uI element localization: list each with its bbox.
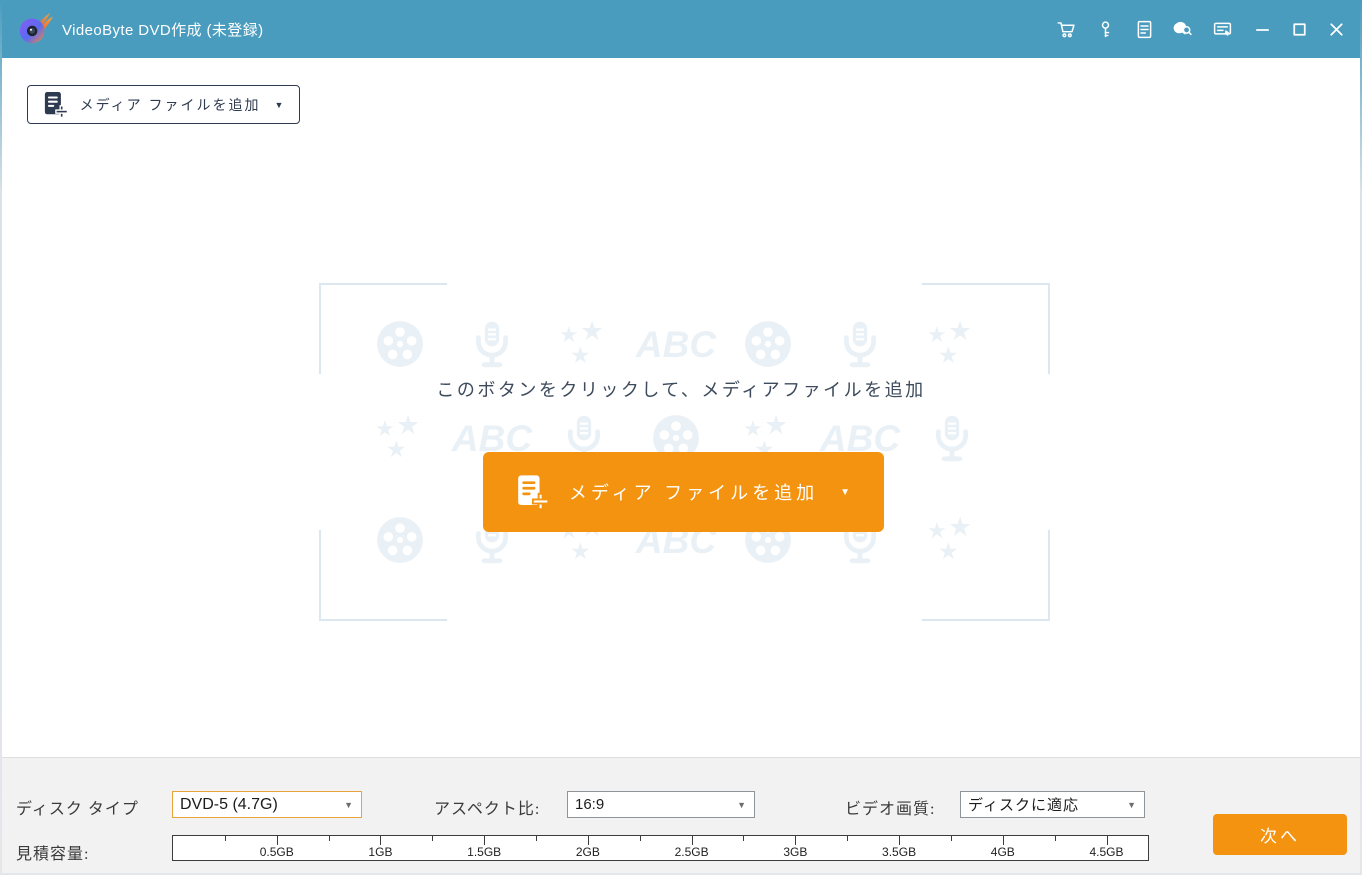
- ruler-label: 4GB: [990, 845, 1015, 859]
- ruler-tick: [1054, 836, 1056, 841]
- ruler-tick: [587, 836, 589, 845]
- microphone-watermark-icon: [830, 316, 890, 372]
- add-media-label: メディア ファイルを追加: [79, 96, 261, 113]
- ruler-tick: [484, 836, 486, 845]
- chevron-down-icon: ▼: [737, 799, 746, 810]
- minimize-button[interactable]: [1250, 17, 1274, 41]
- add-media-button-toolbar[interactable]: メディア ファイルを追加 ▼: [27, 85, 300, 124]
- film-reel-watermark-icon: [738, 316, 798, 372]
- app-logo-icon: [19, 12, 54, 44]
- ruler-tick: [224, 836, 226, 841]
- ruler-tick: [1106, 836, 1108, 845]
- titlebar: VideoByte DVD作成 (未登録): [2, 2, 1360, 58]
- ruler-label: 1.5GB: [467, 845, 502, 859]
- aspect-ratio-label: アスペクト比:: [434, 801, 541, 818]
- ruler-tick: [1002, 836, 1004, 845]
- ruler-tick: [380, 836, 382, 845]
- register-icon[interactable]: [1132, 17, 1156, 41]
- aspect-ratio-select[interactable]: 16:9 ▼: [567, 791, 755, 818]
- estimated-capacity-label: 見積容量:: [16, 846, 90, 863]
- file-plus-icon: [44, 91, 68, 118]
- chevron-down-icon: ▼: [344, 799, 353, 810]
- stars-watermark-icon: ★★★: [375, 410, 421, 462]
- window-controls: [1250, 17, 1348, 41]
- ruler-label: 0.5GB: [259, 845, 294, 859]
- ruler-label: 4.5GB: [1089, 845, 1124, 859]
- app-window: VideoByte DVD作成 (未登録) メディア ファイルを追加 ▼ ★ ★…: [0, 0, 1362, 875]
- video-quality-select[interactable]: ディスクに適応 ▼: [960, 791, 1145, 818]
- chevron-down-icon: ▼: [840, 486, 851, 498]
- add-media-button-main[interactable]: メディア ファイルを追加 ▼: [483, 452, 884, 532]
- video-quality-label: ビデオ画質:: [845, 801, 936, 818]
- add-media-label: メディア ファイルを追加: [568, 483, 819, 503]
- ruler-label: 2.5GB: [674, 845, 709, 859]
- key-icon[interactable]: [1093, 17, 1117, 41]
- next-button[interactable]: 次へ: [1213, 814, 1347, 855]
- abc-subtitle-watermark: ABC: [635, 323, 717, 365]
- disc-type-select[interactable]: DVD-5 (4.7G) ▼: [172, 791, 362, 818]
- stars-watermark-icon: ★★★: [927, 512, 973, 564]
- ruler-tick: [328, 836, 330, 841]
- close-button[interactable]: [1324, 17, 1348, 41]
- ruler-label: 2GB: [575, 845, 600, 859]
- maximize-button[interactable]: [1287, 17, 1311, 41]
- media-dropzone[interactable]: メディア ファイルを追加 ▼ ★ ★ ★ ABC ★ ★ ★ ★ ★ ★ ABC…: [2, 58, 1360, 757]
- aspect-ratio-value: 16:9: [575, 796, 605, 813]
- settings-bar: ディスク タイプ DVD-5 (4.7G) ▼ アスペクト比: 16:9 ▼ ビ…: [2, 757, 1360, 873]
- ruler-tick: [276, 836, 278, 845]
- file-plus-icon: [517, 474, 549, 510]
- disc-type-value: DVD-5 (4.7G): [180, 795, 278, 813]
- stars-watermark-icon: ★★★: [559, 316, 605, 368]
- ruler-tick: [847, 836, 849, 841]
- ruler-tick: [743, 836, 745, 841]
- chevron-down-icon: ▼: [274, 99, 284, 110]
- microphone-watermark-icon: [462, 316, 522, 372]
- watermark-row: ★★★ ABC ★★★: [370, 316, 982, 372]
- app-title: VideoByte DVD作成 (未登録): [62, 21, 264, 39]
- chevron-down-icon: ▼: [1127, 799, 1136, 810]
- ruler-tick: [950, 836, 952, 841]
- ruler-label: 1GB: [368, 845, 393, 859]
- cart-icon[interactable]: [1054, 17, 1078, 41]
- ruler-tick: [536, 836, 538, 841]
- film-reel-watermark-icon: [370, 316, 430, 372]
- microphone-watermark-icon: [922, 410, 982, 466]
- ruler-label: 3.5GB: [882, 845, 917, 859]
- ruler-tick: [899, 836, 901, 845]
- dropzone-instruction: このボタンをクリックして、メディアファイルを追加: [436, 380, 926, 400]
- titlebar-tools: [1054, 17, 1234, 41]
- film-reel-watermark-icon: [370, 512, 430, 568]
- capacity-ruler: 0.5GB 1GB 1.5GB 2GB 2.5GB 3GB 3.5GB 4GB 4.5GB: [172, 835, 1149, 861]
- menu-icon[interactable]: [1210, 17, 1234, 41]
- video-quality-value: ディスクに適応: [968, 798, 1079, 814]
- stars-watermark-icon: ★★★: [927, 316, 973, 368]
- ruler-tick: [691, 836, 693, 845]
- ruler-tick: [432, 836, 434, 841]
- ruler-label: 3GB: [783, 845, 808, 859]
- ruler-tick: [795, 836, 797, 845]
- feedback-icon[interactable]: [1171, 17, 1195, 41]
- disc-type-label: ディスク タイプ: [16, 801, 139, 818]
- ruler-tick: [639, 836, 641, 841]
